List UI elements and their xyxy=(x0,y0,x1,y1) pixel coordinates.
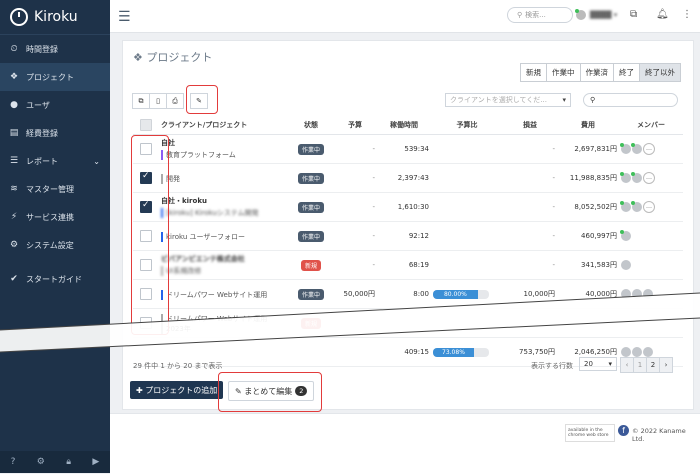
footer: available in the chrome web store f © 20… xyxy=(110,413,700,474)
screenshot-cut-lines xyxy=(0,292,700,353)
copyright: © 2022 Kaname Ltd. xyxy=(632,427,686,443)
facebook-icon[interactable]: f xyxy=(618,425,629,436)
chrome-webstore-badge[interactable]: available in the chrome web store xyxy=(565,424,615,442)
webstore-label: available in the chrome web store xyxy=(568,428,609,438)
cut-band xyxy=(0,293,700,352)
